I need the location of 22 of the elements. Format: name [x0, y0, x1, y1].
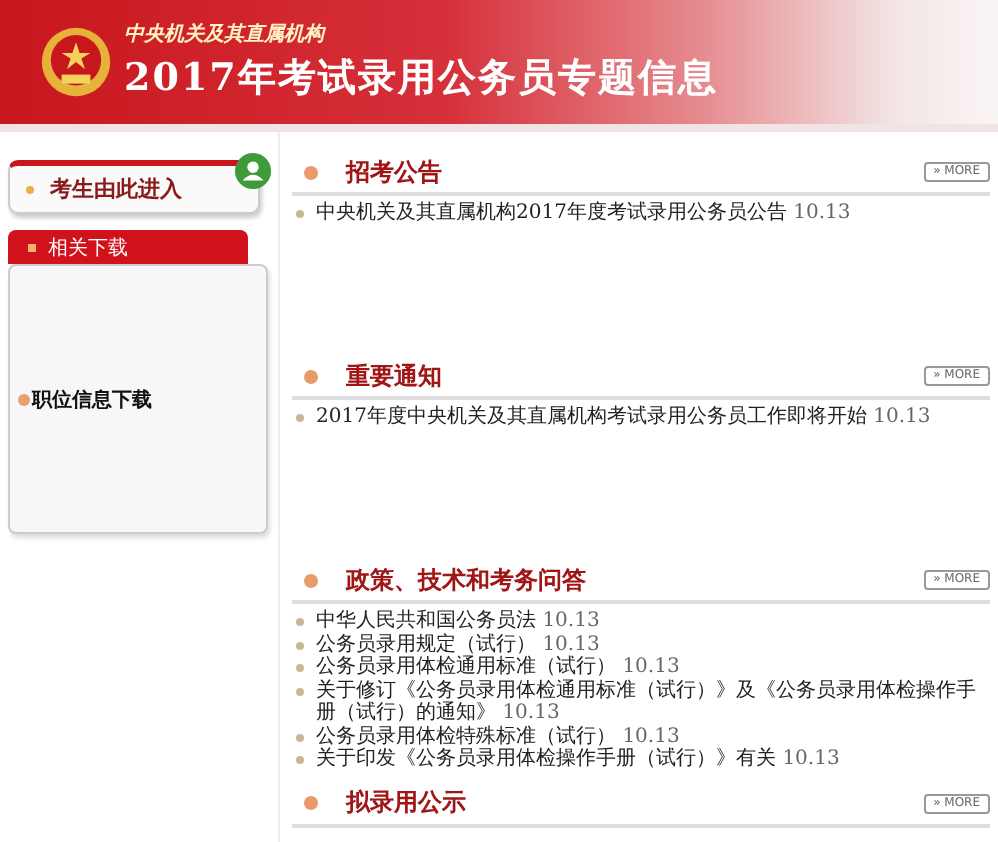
- emblem-icon: [40, 22, 112, 102]
- section-title: 政策、技术和考务问答: [346, 563, 586, 597]
- news-link[interactable]: 中央机关及其直属机构2017年度考试录用公务员公告 10.13: [316, 202, 851, 225]
- candidate-entry-button[interactable]: 考生由此进入: [8, 160, 260, 214]
- news-link[interactable]: 公务员录用体检特殊标准（试行） 10.13: [316, 725, 680, 748]
- section-title: 招考公告: [346, 155, 442, 189]
- bullet-icon: [304, 369, 318, 383]
- news-link[interactable]: 关于修订《公务员录用体检通用标准（试行）》及《公务员录用体检操作手册（试行）的通知》 10.13: [316, 679, 990, 725]
- section-title: 拟录用公示: [346, 786, 466, 820]
- news-link[interactable]: 关于印发《公务员录用体检操作手册（试行）》有关 10.13: [316, 748, 840, 771]
- news-link[interactable]: 公务员录用体检通用标准（试行） 10.13: [316, 656, 680, 679]
- news-link[interactable]: 公务员录用规定（试行） 10.13: [316, 633, 600, 656]
- user-icon[interactable]: [234, 152, 272, 190]
- bullet-icon: [304, 165, 318, 179]
- news-link[interactable]: 2017年度中央机关及其直属机构考试录用公务员工作即将开始 10.13: [316, 406, 931, 429]
- section-title: 重要通知: [346, 359, 442, 393]
- bullet-icon: [304, 796, 318, 810]
- news-link[interactable]: 中华人民共和国公务员法 10.13: [316, 610, 600, 633]
- site-title: 2017年考试录用公务员专题信息: [124, 54, 718, 104]
- site-subtitle: 中央机关及其直属机构: [124, 21, 328, 48]
- download-link[interactable]: 职位信息下载: [32, 385, 152, 413]
- bullet-icon: [304, 573, 318, 587]
